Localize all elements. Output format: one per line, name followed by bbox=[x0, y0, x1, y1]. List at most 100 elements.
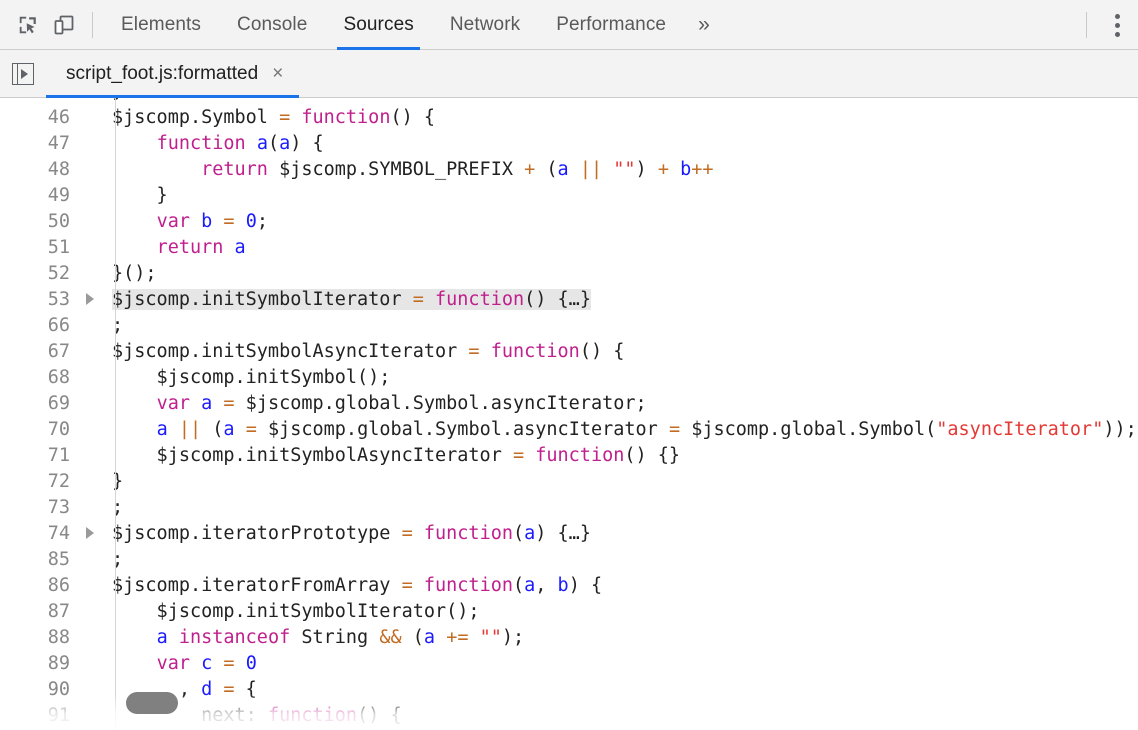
file-tab-script-foot[interactable]: script_foot.js:formatted × bbox=[46, 50, 299, 97]
code-line[interactable]: 89 var c = 0 bbox=[0, 650, 1138, 676]
more-tabs-chevron-icon[interactable]: » bbox=[684, 0, 724, 50]
code-line[interactable]: 70 a || (a = $jscomp.global.Symbol.async… bbox=[0, 416, 1138, 442]
code-token: a bbox=[524, 575, 535, 596]
line-number[interactable]: 67 bbox=[0, 341, 78, 362]
dot bbox=[1115, 23, 1120, 28]
line-number[interactable]: 72 bbox=[0, 471, 78, 492]
code-token: function bbox=[424, 575, 513, 596]
code-token: } bbox=[112, 471, 123, 492]
line-number[interactable]: 91 bbox=[0, 705, 78, 726]
code-token: ; bbox=[112, 315, 123, 336]
line-number[interactable]: 53 bbox=[0, 289, 78, 310]
line-number[interactable]: 49 bbox=[0, 185, 78, 206]
code-line[interactable]: 67$jscomp.initSymbolAsyncIterator = func… bbox=[0, 338, 1138, 364]
code-tokens: a || (a = $jscomp.global.Symbol.asyncIte… bbox=[112, 419, 1137, 440]
tab-performance[interactable]: Performance bbox=[538, 0, 684, 50]
code-line[interactable]: 88 a instanceof String && (a += ""); bbox=[0, 624, 1138, 650]
line-number[interactable]: 73 bbox=[0, 497, 78, 518]
show-navigator-icon[interactable] bbox=[0, 50, 46, 97]
code-line[interactable]: 49 } bbox=[0, 182, 1138, 208]
inspect-element-icon[interactable] bbox=[10, 7, 46, 43]
line-number[interactable]: 71 bbox=[0, 445, 78, 466]
more-tabs-label: » bbox=[698, 13, 710, 37]
line-number[interactable]: 48 bbox=[0, 159, 78, 180]
horizontal-scrollbar-thumb[interactable] bbox=[126, 692, 178, 714]
line-number[interactable]: 74 bbox=[0, 523, 78, 544]
code-line-text: return $jscomp.SYMBOL_PREFIX + (a || "")… bbox=[102, 159, 1138, 180]
code-line[interactable]: 66; bbox=[0, 312, 1138, 338]
line-number[interactable]: 66 bbox=[0, 315, 78, 336]
code-line[interactable]: 72} bbox=[0, 468, 1138, 494]
code-token: function bbox=[268, 705, 357, 726]
code-token: = bbox=[279, 107, 290, 128]
tab-sources[interactable]: Sources bbox=[325, 0, 431, 50]
code-token: "" bbox=[613, 159, 635, 180]
line-number[interactable]: 50 bbox=[0, 211, 78, 232]
code-token bbox=[223, 237, 234, 258]
code-token: b bbox=[558, 575, 569, 596]
code-token: $jscomp.iteratorPrototype bbox=[112, 523, 402, 544]
code-line[interactable]: 71 $jscomp.initSymbolAsyncIterator = fun… bbox=[0, 442, 1138, 468]
code-token: return bbox=[157, 237, 224, 258]
code-line[interactable]: 46$jscomp.Symbol = function() { bbox=[0, 104, 1138, 130]
code-line[interactable]: 68 $jscomp.initSymbol(); bbox=[0, 364, 1138, 390]
line-number[interactable]: 90 bbox=[0, 679, 78, 700]
gutter-divider bbox=[115, 98, 116, 730]
code-token: a bbox=[558, 159, 569, 180]
line-number[interactable]: 47 bbox=[0, 133, 78, 154]
code-token: && bbox=[379, 627, 401, 648]
code-token bbox=[212, 679, 223, 700]
code-line[interactable]: 73; bbox=[0, 494, 1138, 520]
code-line[interactable]: 87 $jscomp.initSymbolIterator(); bbox=[0, 598, 1138, 624]
code-token: ( bbox=[201, 419, 223, 440]
code-token: function bbox=[301, 107, 390, 128]
code-line[interactable]: 85; bbox=[0, 546, 1138, 572]
code-tokens: var a = $jscomp.global.Symbol.asyncItera… bbox=[112, 393, 647, 414]
line-number[interactable]: 52 bbox=[0, 263, 78, 284]
three-dot-menu-icon[interactable] bbox=[1097, 14, 1138, 37]
source-code-editor[interactable]: 45}46$jscomp.Symbol = function() {47 fun… bbox=[0, 98, 1138, 730]
code-token bbox=[235, 419, 246, 440]
line-number[interactable]: 46 bbox=[0, 107, 78, 128]
line-number[interactable]: 89 bbox=[0, 653, 78, 674]
line-number[interactable]: 68 bbox=[0, 367, 78, 388]
code-line[interactable]: 74$jscomp.iteratorPrototype = function(a… bbox=[0, 520, 1138, 546]
code-token: function bbox=[535, 445, 624, 466]
code-line[interactable]: 53$jscomp.initSymbolIterator = function(… bbox=[0, 286, 1138, 312]
fold-arrow-icon[interactable] bbox=[78, 293, 102, 305]
code-token: $jscomp.initSymbolAsyncIterator bbox=[112, 445, 513, 466]
code-line[interactable]: 47 function a(a) { bbox=[0, 130, 1138, 156]
code-line[interactable]: 51 return a bbox=[0, 234, 1138, 260]
close-icon[interactable]: × bbox=[272, 64, 283, 83]
code-line[interactable]: 52}(); bbox=[0, 260, 1138, 286]
line-number[interactable]: 86 bbox=[0, 575, 78, 596]
line-number[interactable]: 51 bbox=[0, 237, 78, 258]
device-toolbar-icon[interactable] bbox=[46, 7, 82, 43]
tab-elements[interactable]: Elements bbox=[103, 0, 219, 50]
code-line[interactable]: 48 return $jscomp.SYMBOL_PREFIX + (a || … bbox=[0, 156, 1138, 182]
navigator-bar bbox=[13, 64, 18, 84]
line-number[interactable]: 85 bbox=[0, 549, 78, 570]
line-number[interactable]: 70 bbox=[0, 419, 78, 440]
fold-arrow-icon[interactable] bbox=[78, 527, 102, 539]
code-line[interactable]: 69 var a = $jscomp.global.Symbol.asyncIt… bbox=[0, 390, 1138, 416]
code-token: var bbox=[157, 653, 190, 674]
code-token bbox=[112, 237, 157, 258]
code-token: = bbox=[223, 679, 234, 700]
code-token: || bbox=[580, 159, 602, 180]
code-tokens: } bbox=[112, 185, 168, 206]
dot bbox=[1115, 14, 1120, 19]
line-number[interactable]: 45 bbox=[0, 98, 78, 102]
tab-network[interactable]: Network bbox=[432, 0, 538, 50]
code-token bbox=[112, 653, 157, 674]
tab-sources-label: Sources bbox=[343, 14, 413, 36]
code-token bbox=[424, 289, 435, 310]
line-number[interactable]: 88 bbox=[0, 627, 78, 648]
line-number[interactable]: 87 bbox=[0, 601, 78, 622]
line-number[interactable]: 69 bbox=[0, 393, 78, 414]
tab-console[interactable]: Console bbox=[219, 0, 325, 50]
code-token: "" bbox=[480, 627, 502, 648]
code-token: a bbox=[157, 627, 168, 648]
code-line[interactable]: 50 var b = 0; bbox=[0, 208, 1138, 234]
code-line[interactable]: 86$jscomp.iteratorFromArray = function(a… bbox=[0, 572, 1138, 598]
